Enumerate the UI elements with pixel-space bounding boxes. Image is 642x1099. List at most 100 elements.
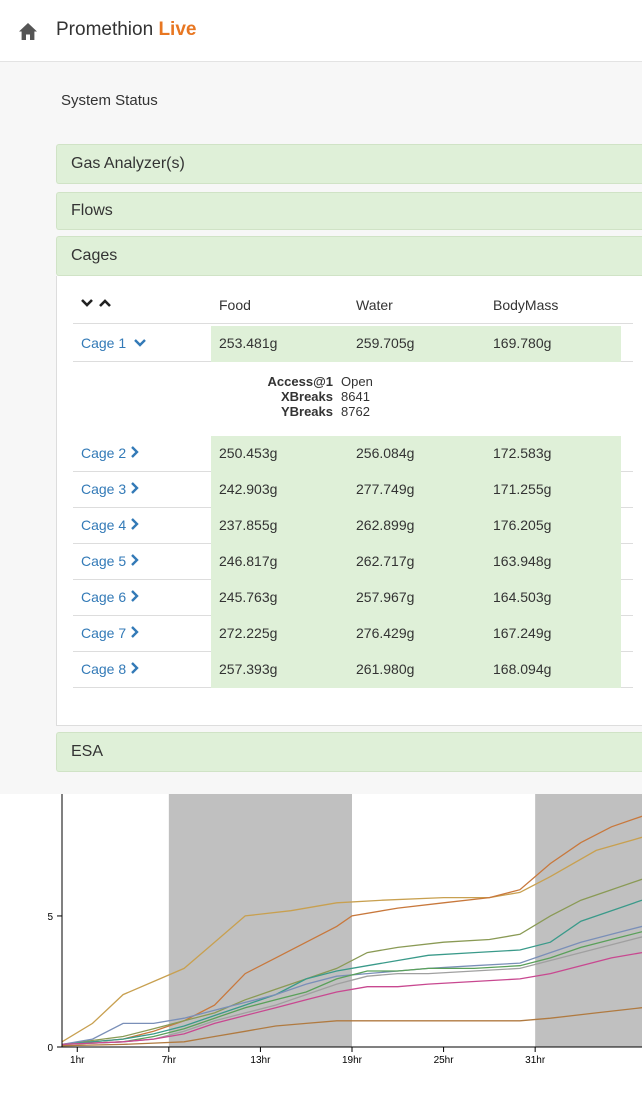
- cage-5-toggle[interactable]: Cage 5: [81, 553, 140, 569]
- detail-value-ybreaks: 8762: [341, 404, 370, 419]
- water-value: 257.967g: [356, 589, 415, 605]
- detail-label-access: Access@1: [267, 374, 333, 389]
- cage-name: Cage 4: [81, 517, 127, 533]
- row-values: 246.817g 262.717g 163.948g: [211, 544, 621, 580]
- accordion-esa-label: ESA: [71, 743, 104, 760]
- cage-name: Cage 3: [81, 481, 127, 497]
- x-tick-label: 31hr: [525, 1055, 546, 1066]
- chevron-down-icon[interactable]: [81, 298, 93, 308]
- accordion-flows-label: Flows: [71, 202, 113, 219]
- detail-value-access: Open: [341, 374, 373, 389]
- accordion-flows[interactable]: Flows: [56, 192, 642, 230]
- cage-8-toggle[interactable]: Cage 8: [81, 661, 140, 677]
- accordion-gas-label: Gas Analyzer(s): [71, 155, 185, 172]
- row-values: 237.855g 262.899g 176.205g: [211, 508, 621, 544]
- food-value: 242.903g: [219, 481, 278, 497]
- cage-name: Cage 1: [81, 335, 127, 351]
- row-values: 250.453g 256.084g 172.583g: [211, 436, 621, 472]
- bodymass-value: 167.249g: [493, 625, 552, 641]
- y-tick-label: 5: [47, 912, 53, 923]
- food-value: 272.225g: [219, 625, 278, 641]
- bodymass-value: 163.948g: [493, 553, 552, 569]
- chevron-right-icon: [131, 446, 139, 458]
- accordion-gas-analyzers[interactable]: Gas Analyzer(s): [56, 144, 642, 184]
- table-row: Cage 7 272.225g 276.429g 167.249g: [73, 616, 633, 652]
- cage-name: Cage 7: [81, 625, 127, 641]
- detail-label-xbreaks: XBreaks: [280, 389, 333, 404]
- cage-1-toggle[interactable]: Cage 1: [81, 335, 146, 351]
- cage-name: Cage 5: [81, 553, 127, 569]
- bodymass-value: 171.255g: [493, 481, 552, 497]
- detail-value-xbreaks: 8641: [341, 389, 370, 404]
- bodymass-value: 169.780g: [493, 335, 552, 351]
- table-row: Cage 3 242.903g 277.749g 171.255g: [73, 472, 633, 508]
- x-tick-label: 7hr: [162, 1055, 177, 1066]
- cage-4-toggle[interactable]: Cage 4: [81, 517, 140, 533]
- row-values: 242.903g 277.749g 171.255g: [211, 472, 621, 508]
- chart-svg: 0 5 1hr 7hr 13hr 19hr 25hr 31hr: [47, 794, 642, 1066]
- water-value: 276.429g: [356, 625, 415, 641]
- chevron-right-icon: [131, 626, 139, 638]
- table-row: Cage 8 257.393g 261.980g 168.094g: [73, 652, 633, 688]
- table-row: Cage 6 245.763g 257.967g 164.503g: [73, 580, 633, 616]
- row-values: 257.393g 261.980g 168.094g: [211, 652, 621, 688]
- food-value: 253.481g: [219, 335, 278, 351]
- bodymass-value: 176.205g: [493, 517, 552, 533]
- x-tick-label: 13hr: [250, 1055, 271, 1066]
- water-value: 262.899g: [356, 517, 415, 533]
- food-value: 257.393g: [219, 661, 278, 677]
- accordion-cages[interactable]: Cages: [56, 236, 642, 276]
- brand-logo[interactable]: Promethion Live: [56, 19, 196, 41]
- chevron-right-icon: [131, 482, 139, 494]
- chevron-right-icon: [131, 590, 139, 602]
- chevron-up-icon[interactable]: [98, 298, 111, 308]
- top-navbar: Promethion Live: [0, 0, 642, 62]
- cage-name: Cage 2: [81, 445, 127, 461]
- table-row: Cage 4 237.855g 262.899g 176.205g: [73, 508, 633, 544]
- food-value: 246.817g: [219, 553, 278, 569]
- water-value: 256.084g: [356, 445, 415, 461]
- cage-name: Cage 8: [81, 661, 127, 677]
- column-header-bodymass: BodyMass: [493, 297, 559, 313]
- cage-6-toggle[interactable]: Cage 6: [81, 589, 140, 605]
- water-value: 277.749g: [356, 481, 415, 497]
- food-value: 237.855g: [219, 517, 278, 533]
- chevron-right-icon: [131, 554, 139, 566]
- chevron-right-icon: [131, 662, 139, 674]
- detail-label-ybreaks: YBreaks: [280, 404, 333, 419]
- brand-main: Promethion: [56, 19, 154, 40]
- bodymass-value: 168.094g: [493, 661, 552, 677]
- table-row: Cage 2 250.453g 256.084g 172.583g: [73, 436, 633, 472]
- status-panel: System Status Gas Analyzer(s) Flows Cage…: [0, 62, 642, 794]
- accordion-esa[interactable]: ESA: [56, 732, 642, 772]
- detail-values: Open 8641 8762: [341, 374, 373, 419]
- chevron-right-icon: [131, 518, 139, 530]
- y-tick-label: 0: [47, 1043, 53, 1054]
- expand-collapse-all[interactable]: [81, 294, 111, 310]
- water-value: 259.705g: [356, 335, 415, 351]
- cage-3-toggle[interactable]: Cage 3: [81, 481, 140, 497]
- chevron-down-icon: [134, 339, 146, 347]
- x-tick-label: 1hr: [70, 1055, 85, 1066]
- water-value: 262.717g: [356, 553, 415, 569]
- cage-1-details: Access@1 XBreaks YBreaks Open 8641 8762: [73, 368, 633, 436]
- bodymass-value: 164.503g: [493, 589, 552, 605]
- x-tick-label: 25hr: [434, 1055, 455, 1066]
- table-row: Cage 5 246.817g 262.717g 163.948g: [73, 544, 633, 580]
- detail-labels: Access@1 XBreaks YBreaks: [233, 374, 333, 419]
- row-values: 253.481g 259.705g 169.780g: [211, 326, 621, 362]
- cage-7-toggle[interactable]: Cage 7: [81, 625, 140, 641]
- brand-accent: Live: [158, 19, 197, 40]
- cages-table: Food Water BodyMass Cage 1 253.481g 259.…: [56, 276, 642, 726]
- page-title: System Status: [61, 92, 158, 109]
- table-row: Cage 1 253.481g 259.705g 169.780g: [73, 326, 633, 362]
- home-icon[interactable]: [17, 21, 39, 43]
- x-tick-label: 19hr: [342, 1055, 363, 1066]
- row-values: 245.763g 257.967g 164.503g: [211, 580, 621, 616]
- cage-2-toggle[interactable]: Cage 2: [81, 445, 140, 461]
- food-value: 250.453g: [219, 445, 278, 461]
- cumulative-line-chart: 0 5 1hr 7hr 13hr 19hr 25hr 31hr: [0, 794, 642, 1099]
- row-values: 272.225g 276.429g 167.249g: [211, 616, 621, 652]
- column-header-water: Water: [356, 297, 393, 313]
- cage-name: Cage 6: [81, 589, 127, 605]
